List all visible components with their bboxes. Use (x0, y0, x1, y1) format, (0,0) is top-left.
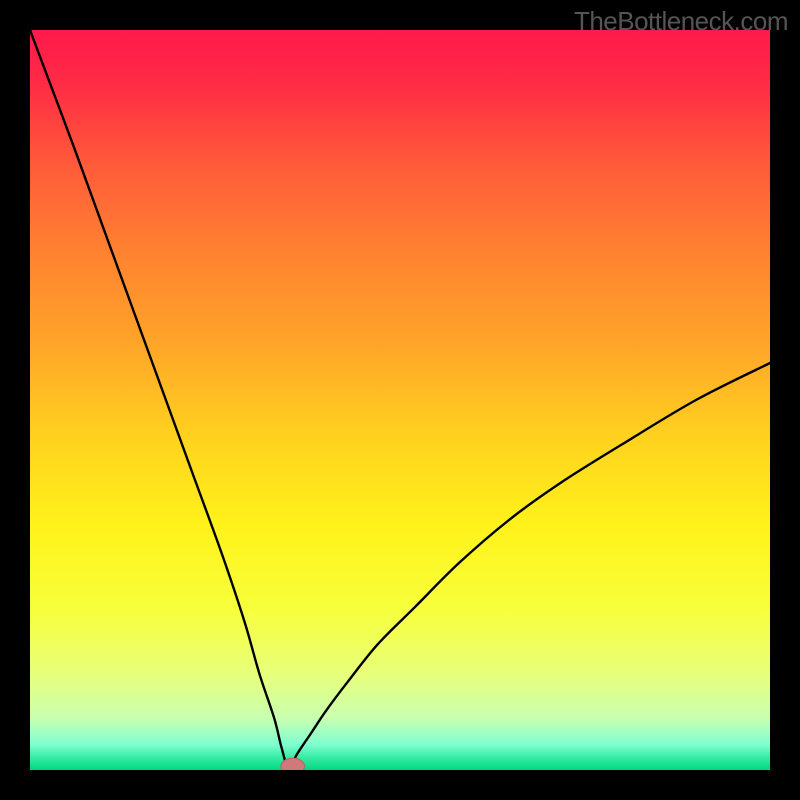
chart-frame: TheBottleneck.com (0, 0, 800, 800)
watermark-text: TheBottleneck.com (574, 6, 788, 37)
optimum-marker (281, 758, 305, 770)
chart-svg (30, 30, 770, 770)
plot-area (30, 30, 770, 770)
gradient-background (30, 30, 770, 770)
